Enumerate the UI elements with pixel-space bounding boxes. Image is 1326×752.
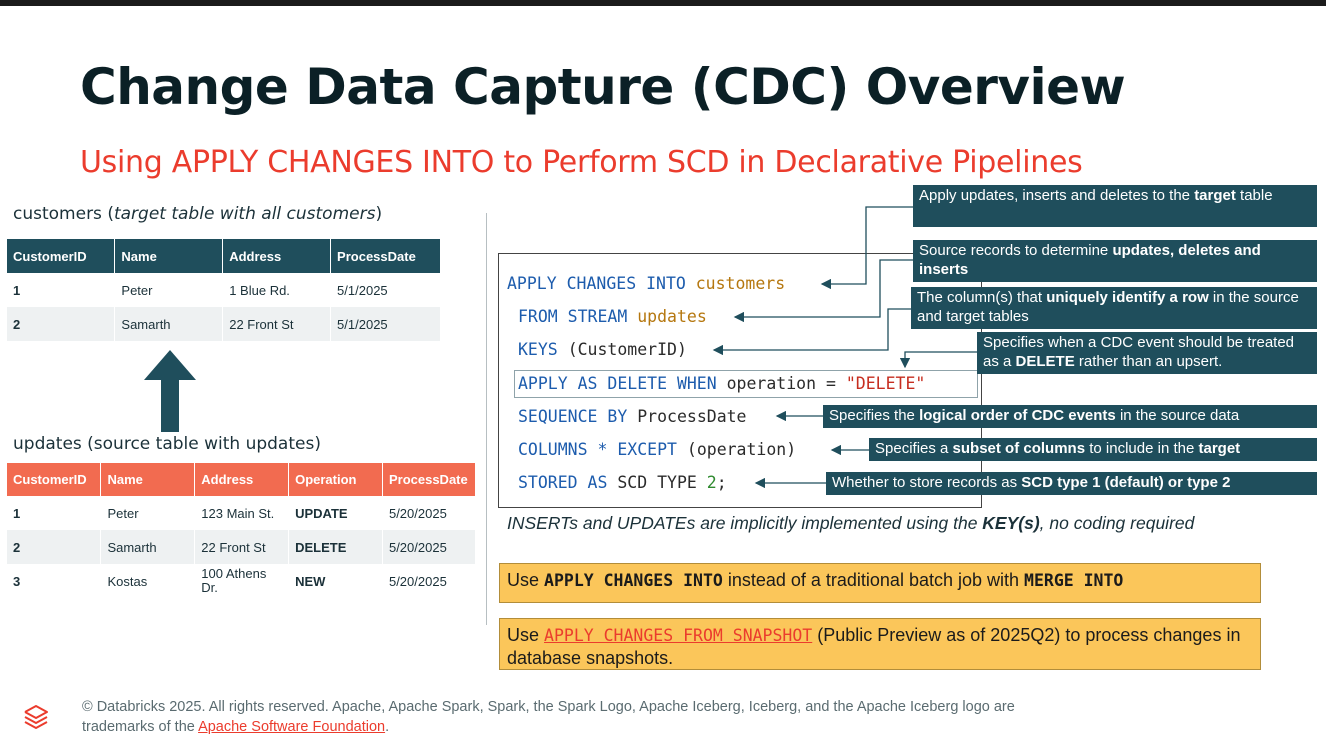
table-cell: 5/20/2025 xyxy=(382,496,477,530)
top-bar xyxy=(0,0,1326,6)
code-line-keys: KEYS (CustomerID) xyxy=(518,340,687,359)
callout-apply-changes-from-snapshot: Use APPLY CHANGES FROM SNAPSHOT (Public … xyxy=(499,618,1261,670)
apply-changes-from-snapshot-link[interactable]: APPLY CHANGES FROM SNAPSHOT xyxy=(544,626,812,645)
annotation-apply-changes: Apply updates, inserts and deletes to th… xyxy=(913,185,1317,227)
table-header-row: CustomerID Name Address Operation Proces… xyxy=(7,463,477,496)
table-cell: DELETE xyxy=(288,530,383,564)
slide-subtitle: Using APPLY CHANGES INTO to Perform SCD … xyxy=(80,145,1083,180)
customers-table-label: customers (target table with all custome… xyxy=(13,204,383,224)
table-cell: 100 Athens Dr. xyxy=(194,564,290,598)
implicit-upsert-note: INSERTs and UPDATEs are implicitly imple… xyxy=(507,513,1195,533)
table-cell: 1 xyxy=(7,273,116,307)
apache-foundation-link[interactable]: Apache Software Foundation xyxy=(198,719,385,735)
code-line-sequence-by: SEQUENCE BY ProcessDate xyxy=(518,407,747,426)
table-cell: 5/20/2025 xyxy=(382,564,477,598)
table-row: 3 Kostas 100 Athens Dr. NEW 5/20/2025 xyxy=(7,564,477,598)
code-line-apply-changes: APPLY CHANGES INTO customers xyxy=(507,274,786,293)
table-cell: Samarth xyxy=(114,307,224,341)
table-cell: 5/1/2025 xyxy=(330,307,441,341)
annotation-sequence-by: Specifies the logical order of CDC event… xyxy=(823,405,1317,428)
table-cell: Peter xyxy=(114,273,224,307)
table-cell: 22 Front St xyxy=(194,530,290,564)
slide-title: Change Data Capture (CDC) Overview xyxy=(80,58,1126,116)
table-row: 2 Samarth 22 Front St 5/1/2025 xyxy=(7,307,441,341)
table-cell: Samarth xyxy=(100,530,196,564)
annotation-apply-as-delete: Specifies when a CDC event should be tre… xyxy=(977,332,1317,374)
column-header: CustomerID xyxy=(7,239,116,273)
table-cell: 5/20/2025 xyxy=(382,530,477,564)
table-cell: 123 Main St. xyxy=(194,496,290,530)
arrow-up-icon xyxy=(144,350,196,432)
table-header-row: CustomerID Name Address ProcessDate xyxy=(7,239,441,273)
column-header: CustomerID xyxy=(7,463,102,496)
table-cell: UPDATE xyxy=(288,496,383,530)
column-header: ProcessDate xyxy=(382,463,477,496)
table-cell: 5/1/2025 xyxy=(330,273,441,307)
code-line-stored-as: STORED AS SCD TYPE 2; xyxy=(518,473,727,492)
updates-table: CustomerID Name Address Operation Proces… xyxy=(7,463,477,598)
table-cell: Kostas xyxy=(100,564,196,598)
annotation-stored-as: Whether to store records as SCD type 1 (… xyxy=(826,472,1317,495)
table-cell: 3 xyxy=(7,564,102,598)
code-line-from-stream: FROM STREAM updates xyxy=(518,307,707,326)
code-line-apply-as-delete: APPLY AS DELETE WHEN operation = "DELETE… xyxy=(518,374,926,393)
table-cell: NEW xyxy=(288,564,383,598)
column-header: Name xyxy=(100,463,196,496)
column-header: ProcessDate xyxy=(330,239,441,273)
code-line-columns-except: COLUMNS * EXCEPT (operation) xyxy=(518,440,797,459)
table-cell: 2 xyxy=(7,530,102,564)
column-header: Operation xyxy=(288,463,383,496)
table-cell: 2 xyxy=(7,307,116,341)
table-row: 1 Peter 1 Blue Rd. 5/1/2025 xyxy=(7,273,441,307)
table-cell: 22 Front St xyxy=(222,307,332,341)
annotation-columns-except: Specifies a subset of columns to include… xyxy=(869,438,1317,461)
annotation-from-stream: Source records to determine updates, del… xyxy=(913,240,1317,282)
column-header: Address xyxy=(194,463,290,496)
column-header: Name xyxy=(114,239,224,273)
updates-table-label: updates (source table with updates) xyxy=(13,434,321,454)
table-cell: 1 xyxy=(7,496,102,530)
annotation-keys: The column(s) that uniquely identify a r… xyxy=(911,287,1317,329)
table-cell: Peter xyxy=(100,496,196,530)
column-header: Address xyxy=(222,239,332,273)
table-row: 1 Peter 123 Main St. UPDATE 5/20/2025 xyxy=(7,496,477,530)
customers-table: CustomerID Name Address ProcessDate 1 Pe… xyxy=(7,239,441,341)
databricks-logo-icon xyxy=(24,705,48,729)
vertical-divider xyxy=(486,213,487,625)
table-row: 2 Samarth 22 Front St DELETE 5/20/2025 xyxy=(7,530,477,564)
footer-copyright: © Databricks 2025. All rights reserved. … xyxy=(82,699,1015,735)
table-cell: 1 Blue Rd. xyxy=(222,273,332,307)
callout-apply-changes-into: Use APPLY CHANGES INTO instead of a trad… xyxy=(499,563,1261,603)
